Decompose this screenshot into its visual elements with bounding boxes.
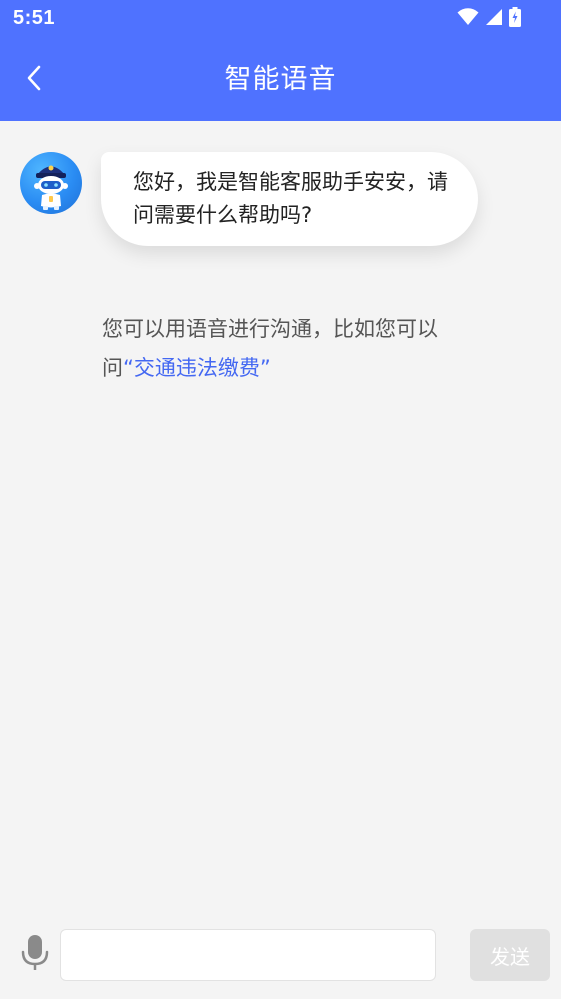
- assistant-avatar: [20, 152, 82, 214]
- send-button[interactable]: 发送: [470, 929, 550, 981]
- microphone-icon: [21, 934, 49, 976]
- message-input[interactable]: [60, 929, 436, 981]
- signal-icon: [485, 8, 503, 30]
- app-header: 智能语音: [0, 38, 561, 121]
- page-title: 智能语音: [224, 64, 337, 95]
- example-query-link[interactable]: “交通违法缴费”: [123, 356, 271, 380]
- mic-button[interactable]: [18, 935, 52, 975]
- battery-charging-icon: [509, 7, 521, 31]
- wifi-icon: [457, 8, 479, 30]
- assistant-message-text: 您好，我是智能客服助手安安，请问需要什么帮助吗?: [133, 170, 448, 227]
- input-bar: 发送: [0, 920, 561, 999]
- voice-hint: 您可以用语音进行沟通，比如您可以问“交通违法缴费”: [102, 310, 462, 388]
- status-icons: [457, 7, 521, 31]
- status-time: 5:51: [13, 7, 56, 29]
- assistant-message-bubble: 您好，我是智能客服助手安安，请问需要什么帮助吗?: [101, 152, 478, 246]
- status-bar: 5:51: [0, 0, 561, 38]
